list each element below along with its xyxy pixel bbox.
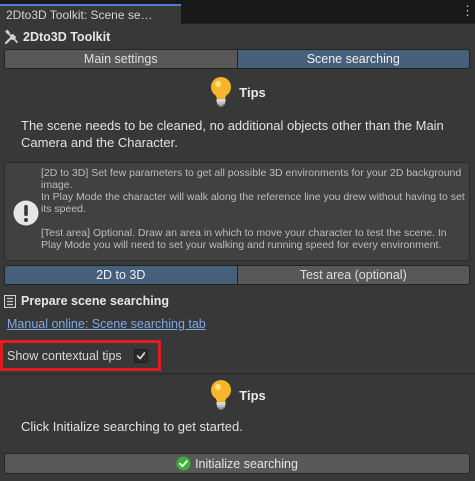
toolkit-title: 2Dto3D Toolkit xyxy=(23,30,111,44)
exclamation-icon xyxy=(13,200,39,226)
initialize-searching-label: Initialize searching xyxy=(195,456,298,471)
lightbulb-icon xyxy=(211,77,232,107)
tab-scene-searching[interactable]: Scene searching xyxy=(236,50,469,68)
tools-icon xyxy=(4,29,18,45)
help-box-message: [2D to 3D] Set few parameters to get all… xyxy=(41,167,465,251)
lightbulb-icon xyxy=(211,380,232,410)
section-title: Prepare scene searching xyxy=(21,294,169,308)
sub-tabs: 2D to 3D Test area (optional) xyxy=(4,265,470,285)
tab-main-settings[interactable]: Main settings xyxy=(5,50,237,68)
help-paragraph-2d-to-3d: [2D to 3D] Set few parameters to get all… xyxy=(41,167,465,215)
initialize-searching-button[interactable]: Initialize searching xyxy=(4,453,470,474)
manual-link[interactable]: Manual online: Scene searching tab xyxy=(7,317,206,331)
kebab-menu-icon[interactable]: ⋮ xyxy=(461,4,474,18)
divider xyxy=(0,373,475,375)
document-icon xyxy=(4,294,16,308)
tab-test-area[interactable]: Test area (optional) xyxy=(236,266,469,284)
tips-text-bottom: Click Initialize searching to get starte… xyxy=(21,419,243,434)
window-tab[interactable]: 2Dto3D Toolkit: Scene se… xyxy=(0,4,181,24)
main-tabs: Main settings Scene searching xyxy=(4,49,470,69)
tips-header-bottom: Tips xyxy=(0,379,475,411)
help-box: [2D to 3D] Set few parameters to get all… xyxy=(4,162,470,261)
help-paragraph-test-area: [Test area] Optional. Draw an area in wh… xyxy=(41,227,447,251)
tips-label-top: Tips xyxy=(239,84,266,100)
contextual-tips-checkbox[interactable] xyxy=(134,349,148,363)
tips-label-bottom: Tips xyxy=(239,387,266,403)
tips-text-top: The scene needs to be cleaned, no additi… xyxy=(21,118,444,150)
contextual-tips-row: Show contextual tips xyxy=(0,340,161,371)
tips-header-top: Tips xyxy=(0,76,475,108)
section-header: Prepare scene searching xyxy=(4,292,169,310)
checkmark-icon xyxy=(136,352,146,360)
contextual-tips-label: Show contextual tips xyxy=(7,349,122,363)
tab-2d-to-3d[interactable]: 2D to 3D xyxy=(5,266,237,284)
window-tab-bar: 2Dto3D Toolkit: Scene se… ⋮ xyxy=(0,0,475,24)
toolkit-header: 2Dto3D Toolkit xyxy=(4,28,110,46)
green-check-icon xyxy=(176,456,191,471)
